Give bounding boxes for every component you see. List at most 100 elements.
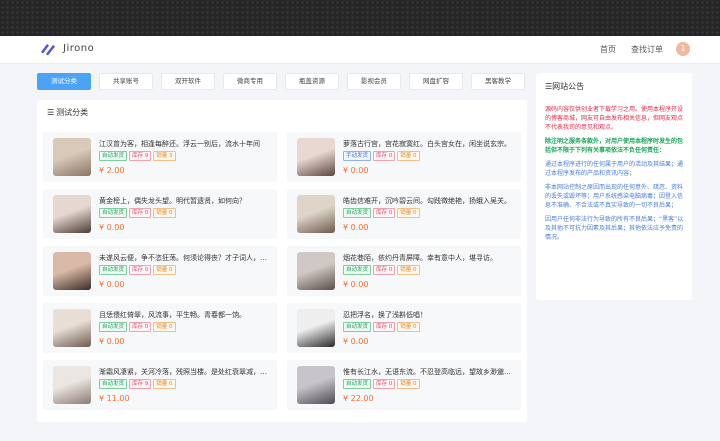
product-title[interactable]: 惟有长江水，无语东流。不忍登高临远，望故乡渺邈，归思难收。 [343, 367, 515, 377]
product-price: ¥ 0.00 [99, 280, 125, 289]
product-price: ¥ 2.00 [99, 166, 125, 175]
product-title[interactable]: 渐霜风凄紧，关河冷落，残照当楼。是处红衰翠减，苒苒物华休。 [99, 367, 271, 377]
product-image[interactable] [297, 138, 335, 176]
product-panel: ☰ 测试分类 江汉曾为客，相逢每醉还。浮云一别后，流水十年间 自动发货 库存 9 销量 … [37, 100, 527, 422]
product-title[interactable]: 且恁偎红倚翠，风流事，平生畅。青春都一饷。 [99, 310, 271, 320]
product-price: ¥ 11.00 [99, 394, 130, 403]
brand-name[interactable]: Jirono [63, 43, 94, 54]
tab-1[interactable]: 测试分类 [37, 73, 91, 90]
delivery-badge: 自动发货 [343, 379, 372, 389]
sales-badge: 销量 0 [153, 208, 176, 218]
tab-6[interactable]: 影视会员 [347, 73, 401, 90]
user-avatar[interactable]: 1 [676, 42, 690, 56]
tab-8[interactable]: 黑客教学 [471, 73, 525, 90]
notice-paragraph-red: 源码内容仅供创业者下载学习之用。使用本程序开设的博客商城，网友可自由发布相关信息… [545, 106, 684, 131]
logo-icon[interactable] [40, 42, 56, 56]
stock-badge: 库存 0 [373, 151, 396, 161]
product-image[interactable] [297, 309, 335, 347]
nav-find-order-link[interactable]: 查找订单 [631, 44, 663, 55]
product-price: ¥ 0.00 [343, 166, 369, 175]
product-card[interactable]: 且恁偎红倚翠，风流事，平生畅。青春都一饷。 自动发货 库存 0 销量 0 ¥ 0.00 [43, 303, 277, 353]
product-tags: 自动发货 库存 0 销量 0 [343, 322, 422, 332]
product-card[interactable]: 惟有长江水，无语东流。不忍登高临远，望故乡渺邈，归思难收。自动发货库存 0销量 … [287, 360, 521, 410]
sales-badge: 销量 0 [153, 379, 176, 389]
product-image[interactable] [53, 252, 91, 290]
delivery-badge: 自动发货 [99, 265, 128, 275]
top-banner [0, 0, 720, 36]
stock-badge: 库存 0 [373, 322, 396, 332]
product-title[interactable]: 黄金榜上，偶失龙头望。明代暂遗贤，如何向？ [99, 196, 271, 206]
product-price: ¥ 0.00 [99, 337, 125, 346]
delivery-badge: 自动发货 [343, 208, 372, 218]
product-tags: 自动发货 库存 0 销量 0 [99, 322, 178, 332]
product-card[interactable]: 黄金榜上，偶失龙头望。明代暂遗贤，如何向？ 自动发货 库存 0 销量 0 ¥ 0.00 [43, 189, 277, 239]
tab-4[interactable]: 微商专用 [223, 73, 277, 90]
notice-panel: ☰网站公告 源码内容仅供创业者下载学习之用。使用本程序开设的博客商城，网友可自由… [536, 73, 692, 300]
product-tags: 手动发货 库存 0 销量 0 [343, 151, 422, 161]
product-tags: 自动发货 库存 9 销量 0 [99, 379, 178, 389]
product-image[interactable] [297, 366, 335, 404]
tab-2[interactable]: 共享账号 [99, 73, 153, 90]
sales-badge: 销量 0 [397, 379, 420, 389]
stock-badge: 库存 0 [373, 379, 396, 389]
product-price: ¥ 0.00 [343, 280, 369, 289]
tab-7[interactable]: 网盘扩容 [409, 73, 463, 90]
sales-badge: 销量 0 [153, 322, 176, 332]
notice-paragraph-blue-1: 通过本程序进行的任何属于用户的活动及其结果；通过本程序发布的产品和资讯内容； [545, 161, 684, 177]
list-icon: ☰ [47, 108, 55, 117]
product-image[interactable] [297, 195, 335, 233]
sales-badge: 销量 0 [397, 322, 420, 332]
product-tags: 自动发货 库存 9 销量 3 [99, 151, 178, 161]
stock-badge: 库存 0 [129, 322, 152, 332]
product-price: ¥ 22.00 [343, 394, 374, 403]
nav-home-link[interactable]: 首页 [600, 44, 616, 55]
product-price: ¥ 0.00 [343, 223, 369, 232]
product-card[interactable]: 江汉曾为客，相逢每醉还。浮云一别后，流水十年间 自动发货 库存 9 销量 3 ¥ 2.0… [43, 132, 277, 182]
product-title[interactable]: 未遂风云便，争不恣狂荡。何须论得丧？才子词人，自是白衣卿相 [99, 253, 271, 263]
stock-badge: 库存 0 [373, 208, 396, 218]
product-title[interactable]: 皓齿信难开，沉吟碧云间。勾践徵绝艳，扬蛾入吴关。 [343, 196, 515, 206]
delivery-badge: 自动发货 [343, 265, 372, 275]
product-image[interactable] [53, 195, 91, 233]
sales-badge: 销量 0 [397, 151, 420, 161]
delivery-badge: 自动发货 [99, 379, 128, 389]
product-title[interactable]: 烟花巷陌，依约丹青屏障。幸有意中人，堪寻访。 [343, 253, 515, 263]
notice-paragraph-green: 除注明之服务条款外，对用户使用本程序时发生的包括但不限于下列有关事项依法不负任何… [545, 138, 684, 154]
delivery-badge: 自动发货 [343, 322, 372, 332]
notice-body: 源码内容仅供创业者下载学习之用。使用本程序开设的博客商城，网友可自由发布相关信息… [545, 105, 685, 247]
product-card[interactable]: 未遂风云便，争不恣狂荡。何须论得丧？才子词人，自是白衣卿相自动发货库存 0销量 … [43, 246, 277, 296]
product-card[interactable]: 皓齿信难开，沉吟碧云间。勾践徵绝艳，扬蛾入吴关。 自动发货 库存 0 销量 0 ¥ 0.… [287, 189, 521, 239]
product-card[interactable]: 忍把浮名，换了浅斟低唱！ 自动发货 库存 0 销量 0 ¥ 0.00 [287, 303, 521, 353]
product-tags: 自动发货 库存 0 销量 0 [343, 379, 422, 389]
section-title-text: 测试分类 [56, 108, 89, 117]
stock-badge: 库存 0 [129, 265, 152, 275]
sales-badge: 销量 0 [397, 208, 420, 218]
product-tags: 自动发货 库存 0 销量 0 [99, 208, 178, 218]
product-title[interactable]: 忍把浮名，换了浅斟低唱！ [343, 310, 515, 320]
site-header: Jirono 首页 查找订单 1 [0, 36, 720, 64]
sales-badge: 销量 3 [153, 151, 176, 161]
product-tags: 自动发货 库存 0 销量 0 [99, 265, 178, 275]
delivery-badge: 自动发货 [99, 208, 128, 218]
product-card[interactable]: 萝落古行宫，宫花寂寞红。白头宫女在，闲坐说玄宗。 手动发货 库存 0 销量 0 ¥ 0.… [287, 132, 521, 182]
product-image[interactable] [53, 366, 91, 404]
product-card[interactable]: 烟花巷陌，依约丹青屏障。幸有意中人，堪寻访。 自动发货 库存 0 销量 0 ¥ 0.00 [287, 246, 521, 296]
product-price: ¥ 0.00 [343, 337, 369, 346]
product-image[interactable] [53, 309, 91, 347]
product-image[interactable] [297, 252, 335, 290]
tab-3[interactable]: 双开软件 [161, 73, 215, 90]
stock-badge: 库存 0 [129, 208, 152, 218]
product-card[interactable]: 渐霜风凄紧，关河冷落，残照当楼。是处红衰翠减，苒苒物华休。自动发货库存 9销量 … [43, 360, 277, 410]
sales-badge: 销量 0 [397, 265, 420, 275]
product-title[interactable]: 江汉曾为客，相逢每醉还。浮云一别后，流水十年间 [99, 139, 271, 149]
product-title[interactable]: 萝落古行宫，宫花寂寞红。白头宫女在，闲坐说玄宗。 [343, 139, 515, 149]
sales-badge: 销量 0 [153, 265, 176, 275]
product-tags: 自动发货 库存 0 销量 0 [343, 208, 422, 218]
stock-badge: 库存 0 [373, 265, 396, 275]
delivery-badge: 自动发货 [99, 151, 128, 161]
notice-title-text: 网站公告 [552, 82, 585, 91]
product-image[interactable] [53, 138, 91, 176]
delivery-badge: 自动发货 [99, 322, 128, 332]
tab-5[interactable]: 瓶盖资源 [285, 73, 339, 90]
category-tabs: 测试分类 共享账号 双开软件 微商专用 瓶盖资源 影视会员 网盘扩容 黑客教学 [37, 73, 527, 90]
